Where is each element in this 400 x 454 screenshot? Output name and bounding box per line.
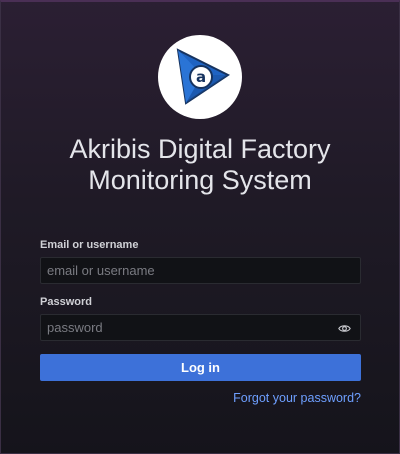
password-input[interactable]	[41, 315, 360, 340]
username-label: Email or username	[40, 239, 139, 251]
page-title: Akribis Digital Factory Monitoring Syste…	[0, 134, 400, 196]
eye-icon[interactable]	[338, 322, 351, 335]
page-title-line-1: Akribis Digital Factory	[69, 134, 331, 164]
login-button[interactable]: Log in	[40, 354, 361, 381]
password-label: Password	[40, 296, 92, 308]
username-input[interactable]	[41, 258, 360, 283]
password-field-wrapper	[40, 314, 361, 341]
akribis-logo: a	[158, 35, 242, 119]
logo-letter: a	[196, 68, 206, 86]
akribis-triangle-logo-icon: a	[176, 48, 230, 105]
page-title-line-2: Monitoring System	[88, 165, 312, 195]
login-form: Email or username Password Log in Forgot…	[40, 238, 361, 405]
username-field-wrapper	[40, 257, 361, 284]
forgot-password-link[interactable]: Forgot your password?	[40, 391, 361, 405]
